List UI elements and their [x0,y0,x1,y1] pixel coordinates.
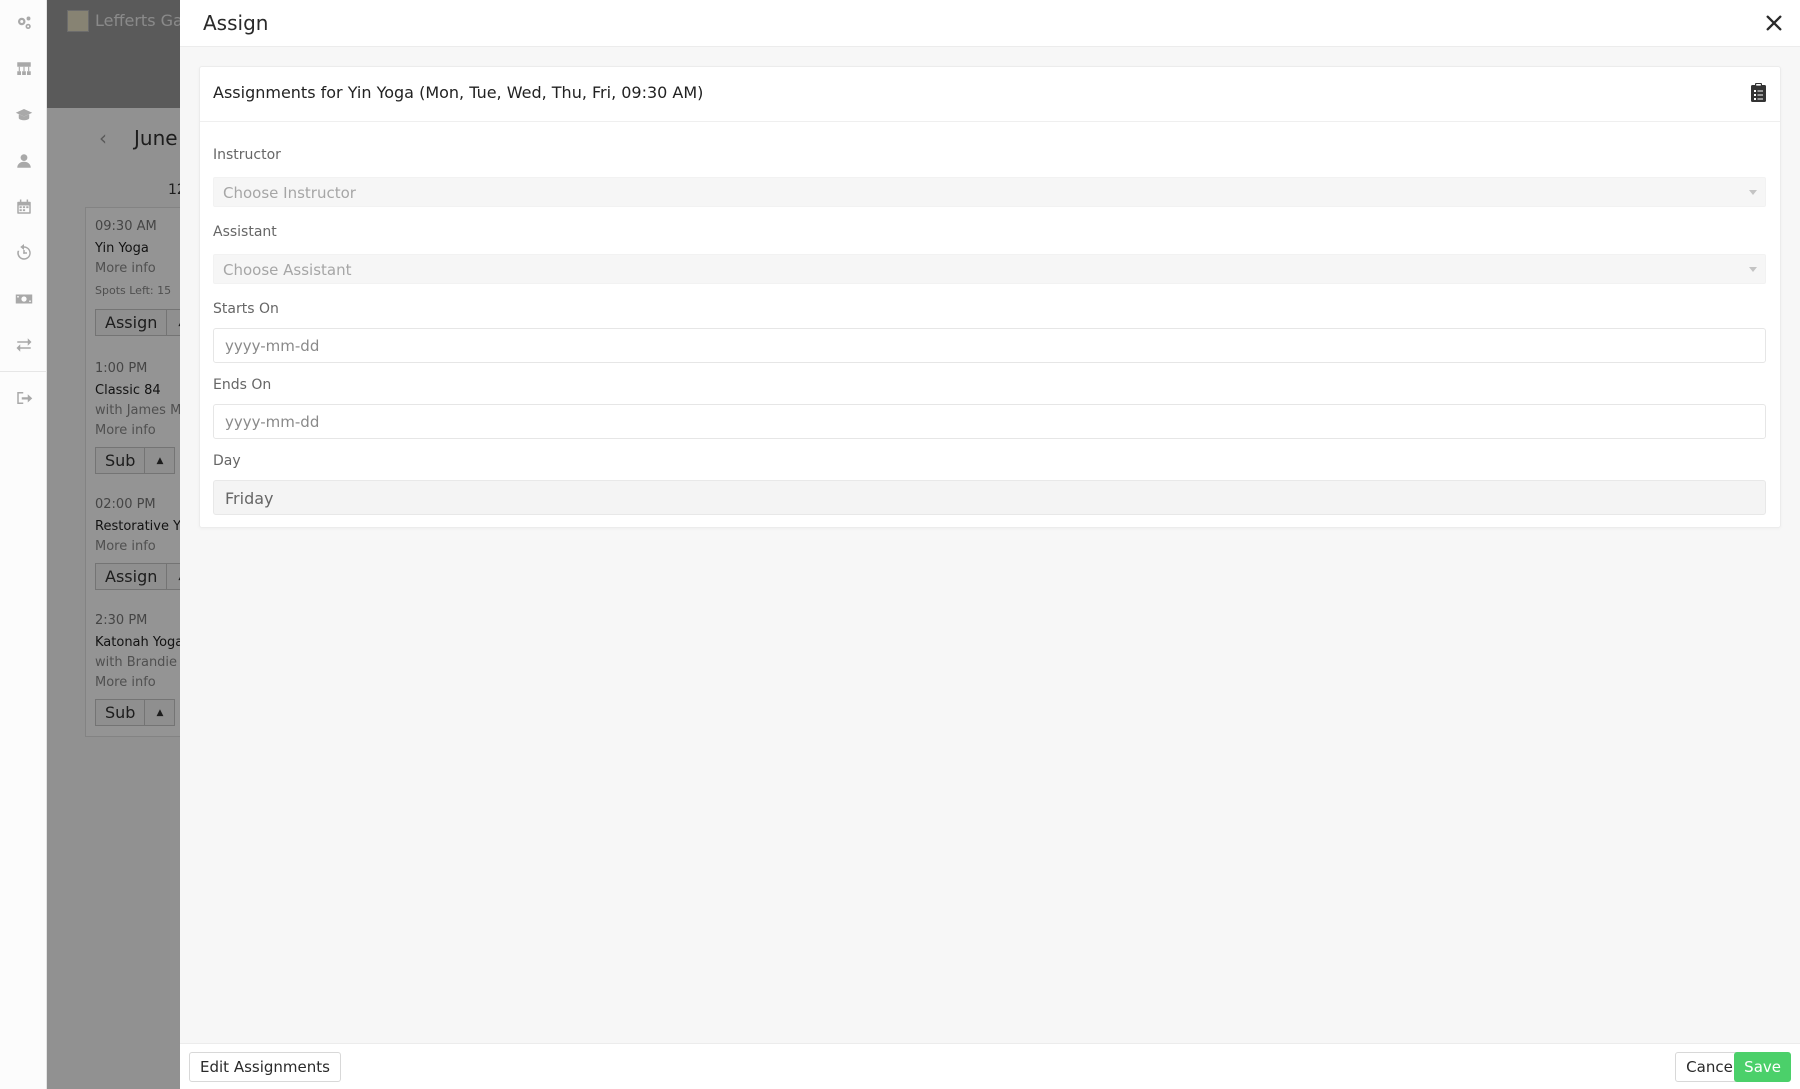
graduation-cap-icon[interactable] [0,92,47,138]
gears-icon[interactable] [0,0,47,46]
instructor-select-placeholder: Choose Instructor [223,184,356,202]
assistant-label: Assistant [213,224,277,240]
close-button[interactable] [1762,11,1786,35]
assign-modal: Assign Assignments for Yin Yoga (Mon, Tu… [180,0,1800,1089]
edit-assignments-button[interactable]: Edit Assignments [189,1052,341,1082]
user-icon[interactable] [0,138,47,184]
sign-out-icon[interactable] [0,375,47,421]
save-button[interactable]: Save [1734,1052,1791,1082]
close-icon [1766,15,1782,31]
calendar-icon[interactable] [0,184,47,230]
sitemap-icon[interactable] [0,46,47,92]
starts-on-input[interactable] [213,328,1766,363]
instructor-select[interactable]: Choose Instructor [213,177,1766,207]
modal-title: Assign [203,11,269,35]
assignments-panel: Assignments for Yin Yoga (Mon, Tue, Wed,… [199,66,1781,528]
ends-on-input[interactable] [213,404,1766,439]
panel-header: Assignments for Yin Yoga (Mon, Tue, Wed,… [200,67,1780,122]
instructor-label: Instructor [213,147,281,163]
exchange-icon[interactable] [0,322,47,368]
modal-header: Assign [180,0,1800,47]
rail-divider [0,371,47,372]
assistant-select-placeholder: Choose Assistant [223,261,352,279]
left-icon-rail [0,0,47,1089]
money-icon[interactable] [0,276,47,322]
history-icon[interactable] [0,230,47,276]
chevron-down-icon [1749,267,1757,272]
assignments-title: Assignments for Yin Yoga (Mon, Tue, Wed,… [213,83,704,102]
ends-on-label: Ends On [213,377,272,393]
day-value: Friday [225,489,274,508]
clipboard-icon[interactable] [1748,81,1768,103]
assistant-select[interactable]: Choose Assistant [213,254,1766,284]
day-field: Friday [213,480,1766,515]
starts-on-label: Starts On [213,301,279,317]
chevron-down-icon [1749,190,1757,195]
day-label: Day [213,453,241,469]
modal-footer: Edit Assignments Cancel Save [180,1043,1800,1089]
